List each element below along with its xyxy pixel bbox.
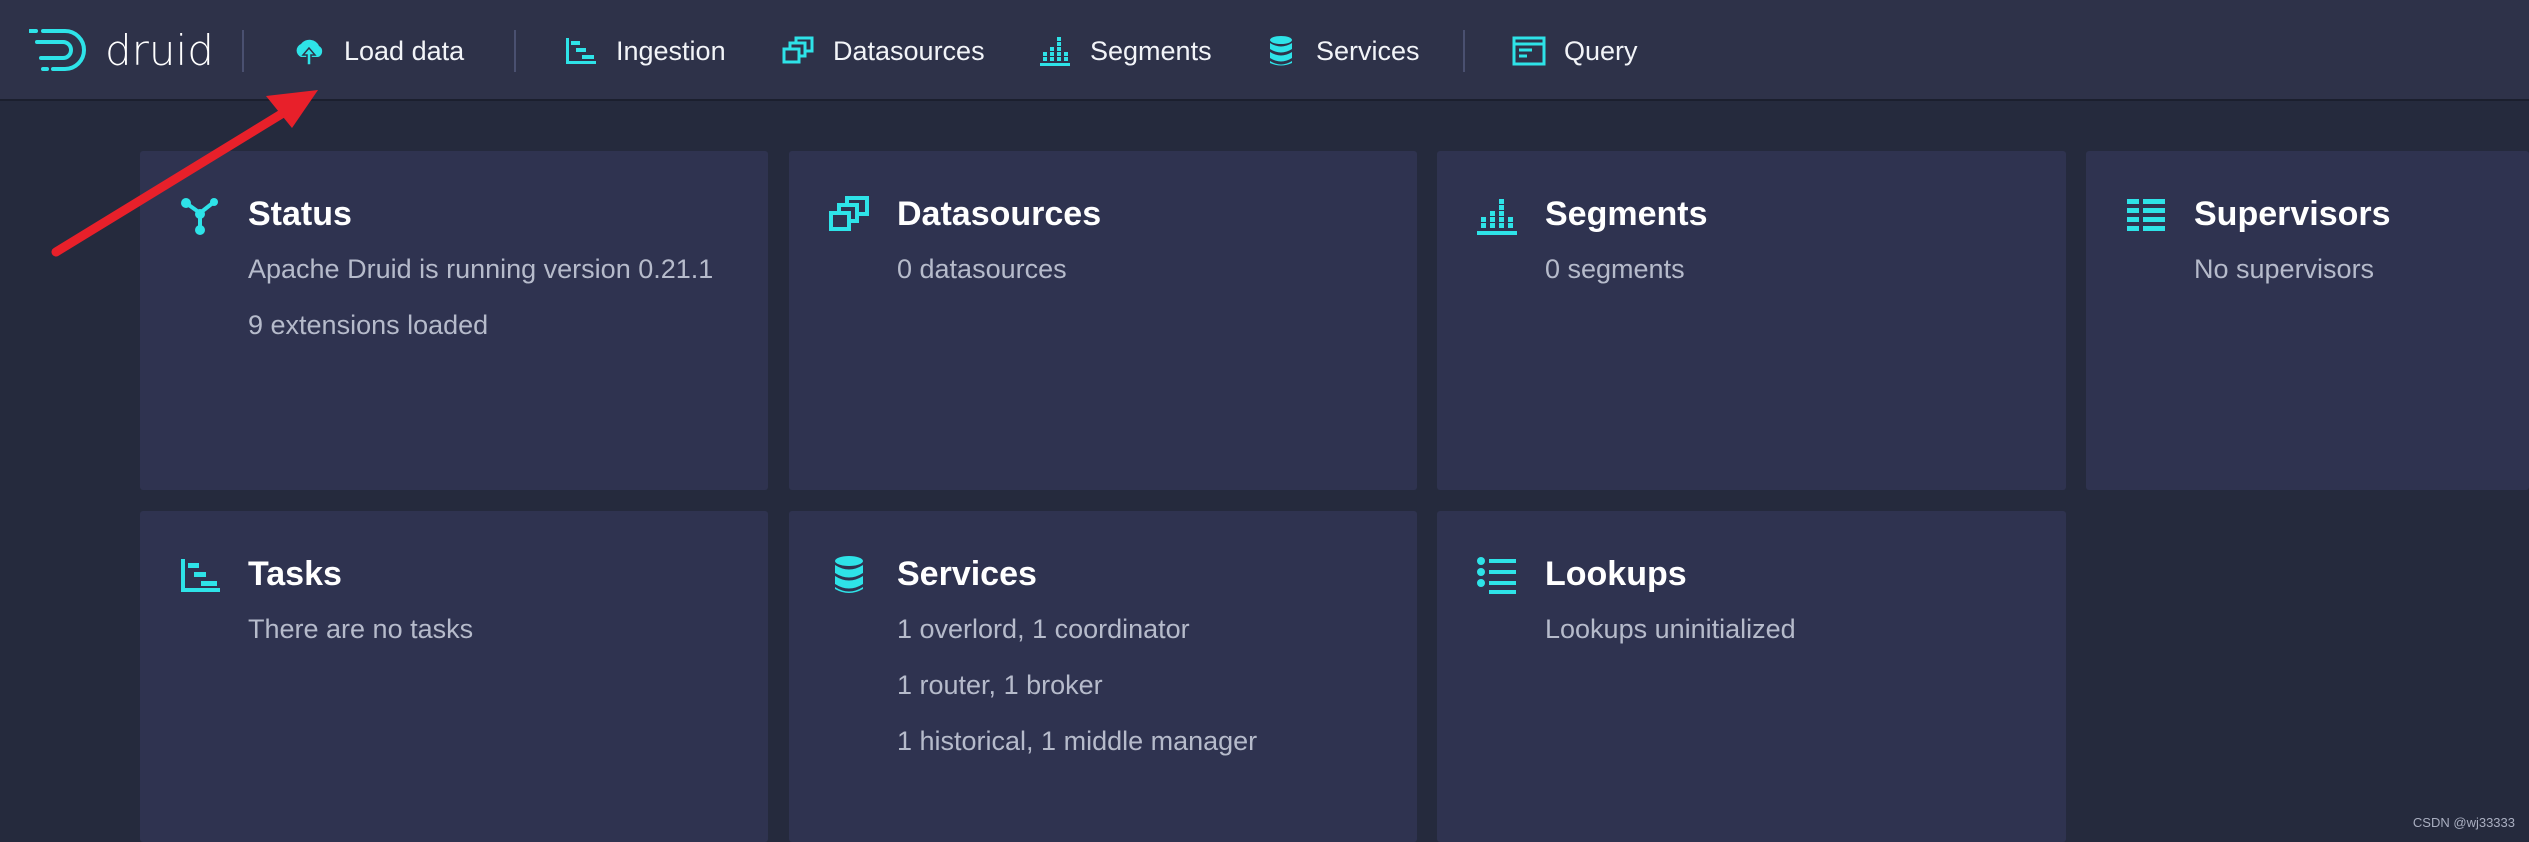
segments-card-title: Segments — [1545, 195, 1708, 233]
nav-segments-label: Segments — [1090, 35, 1212, 66]
services-line-overlord: 1 overlord, 1 coordinator — [897, 614, 1190, 644]
list-columns-icon — [2124, 193, 2168, 237]
services-card-title: Services — [897, 555, 1037, 593]
druid-logo[interactable]: druid — [29, 24, 214, 76]
services-line-historical: 1 historical, 1 middle manager — [897, 726, 1258, 756]
datasources-card-title: Datasources — [897, 195, 1102, 233]
lookups-status-text: Lookups uninitialized — [1545, 614, 1796, 644]
services-line-router: 1 router, 1 broker — [897, 670, 1103, 700]
tasks-card[interactable]: Tasks There are no tasks — [140, 511, 768, 842]
segments-card[interactable]: Segments 0 segments — [1437, 151, 2066, 490]
nav-datasources-label: Datasources — [833, 35, 985, 66]
nav-divider — [242, 30, 244, 72]
gantt-icon — [178, 553, 222, 597]
status-card[interactable]: Status Apache Druid is running version 0… — [140, 151, 768, 490]
tasks-status-text: There are no tasks — [248, 614, 474, 644]
application-icon — [1512, 34, 1546, 68]
database-icon — [1264, 34, 1298, 68]
cloud-upload-icon — [292, 34, 326, 68]
stacked-bar-icon — [1475, 193, 1519, 237]
nav-query-label: Query — [1564, 35, 1638, 66]
properties-list-icon — [1475, 553, 1519, 597]
supervisors-card[interactable]: Supervisors No supervisors — [2086, 151, 2529, 490]
nav-load-data[interactable]: Load data — [292, 28, 464, 74]
services-card[interactable]: Services 1 overlord, 1 coordinator 1 rou… — [789, 511, 1417, 842]
status-card-title: Status — [248, 195, 352, 233]
graph-icon — [178, 193, 222, 237]
top-navbar: druid Load data Ingestion Datasources Se… — [0, 0, 2529, 101]
nav-divider — [514, 30, 516, 72]
tasks-card-title: Tasks — [248, 555, 342, 593]
nav-load-data-label: Load data — [344, 35, 465, 66]
datasources-count-text: 0 datasources — [897, 254, 1067, 284]
supervisors-count-text: No supervisors — [2194, 254, 2375, 284]
lookups-card-title: Lookups — [1545, 555, 1687, 593]
segments-count-text: 0 segments — [1545, 254, 1685, 284]
nav-divider — [1463, 30, 1465, 72]
status-extensions-text: 9 extensions loaded — [248, 310, 489, 340]
datasources-card[interactable]: Datasources 0 datasources — [789, 151, 1417, 490]
status-version-text: Apache Druid is running version 0.21.1 — [248, 254, 714, 284]
watermark: CSDN @wj33333 — [2412, 815, 2515, 830]
nav-services-label: Services — [1316, 35, 1420, 66]
database-icon — [827, 553, 871, 597]
gantt-icon — [564, 34, 598, 68]
nav-datasources[interactable]: Datasources — [781, 28, 985, 74]
multi-window-icon — [781, 34, 815, 68]
nav-segments[interactable]: Segments — [1038, 28, 1212, 74]
nav-ingestion[interactable]: Ingestion — [564, 28, 726, 74]
logo-text: druid — [105, 25, 214, 75]
nav-ingestion-label: Ingestion — [616, 35, 726, 66]
nav-services[interactable]: Services — [1264, 28, 1420, 74]
druid-logo-icon — [29, 29, 86, 71]
supervisors-card-title: Supervisors — [2194, 195, 2391, 233]
lookups-card[interactable]: Lookups Lookups uninitialized — [1437, 511, 2066, 842]
multi-window-icon — [827, 193, 871, 237]
stacked-bar-icon — [1038, 34, 1072, 68]
nav-query[interactable]: Query — [1512, 28, 1638, 74]
